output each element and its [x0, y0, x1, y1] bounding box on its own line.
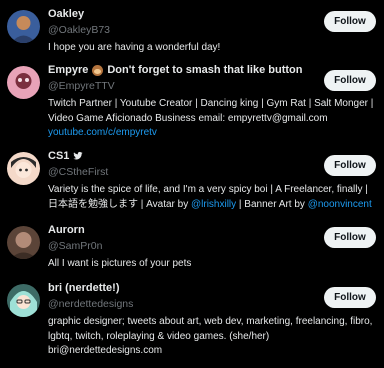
bio-mention-link[interactable]: @lrishxilly: [191, 199, 236, 210]
user-name[interactable]: Aurorn: [48, 224, 85, 236]
follow-button[interactable]: Follow: [324, 70, 376, 91]
user-name[interactable]: bri (nerdette!): [48, 282, 120, 294]
bio-link[interactable]: youtube.com/c/empyretv: [48, 127, 157, 138]
follow-button[interactable]: Follow: [324, 227, 376, 248]
user-name[interactable]: Empyre: [48, 64, 88, 76]
follow-button[interactable]: Follow: [324, 287, 376, 308]
user-row-oakley[interactable]: Oakley @OakleyB73 I hope you are having …: [0, 6, 384, 56]
user-bio: Variety is the spice of life, and I'm a …: [48, 183, 376, 212]
follow-button[interactable]: Follow: [324, 11, 376, 32]
user-row-aurorn[interactable]: Aurorn @SamPr0n All I want is pictures o…: [0, 222, 384, 272]
avatar[interactable]: [7, 66, 40, 99]
bio-text: Twitch Partner | Youtube Creator | Danci…: [48, 98, 374, 124]
avatar[interactable]: [7, 10, 40, 43]
bio-text: | Banner Art by: [236, 198, 308, 210]
user-name[interactable]: CS1: [48, 150, 69, 162]
user-row-bri[interactable]: bri (nerdette!) @nerdettedesigns graphic…: [0, 280, 384, 360]
avatar[interactable]: [7, 226, 40, 259]
user-bio: graphic designer; tweets about art, web …: [48, 316, 373, 356]
user-row-cs1[interactable]: CS1 @CStheFirst Variety is the spice of …: [0, 148, 384, 223]
user-bio: Twitch Partner | Youtube Creator | Danci…: [48, 97, 376, 141]
who-to-follow-list: Oakley @OakleyB73 I hope you are having …: [0, 0, 384, 368]
user-row-empyre[interactable]: Empyre Don't forget to smash that like b…: [0, 62, 384, 142]
see-no-evil-monkey-icon: [92, 64, 104, 76]
user-bio: All I want is pictures of your pets: [48, 258, 192, 269]
bio-mention-link[interactable]: @noonvincent: [308, 199, 372, 210]
twitter-bird-icon: [73, 151, 83, 160]
user-name[interactable]: Oakley: [48, 8, 84, 20]
user-bio: I hope you are having a wonderful day!: [48, 42, 221, 53]
avatar[interactable]: [7, 152, 40, 185]
avatar[interactable]: [7, 284, 40, 317]
follow-button[interactable]: Follow: [324, 155, 376, 176]
user-name-suffix: Don't forget to smash that like button: [107, 64, 303, 76]
